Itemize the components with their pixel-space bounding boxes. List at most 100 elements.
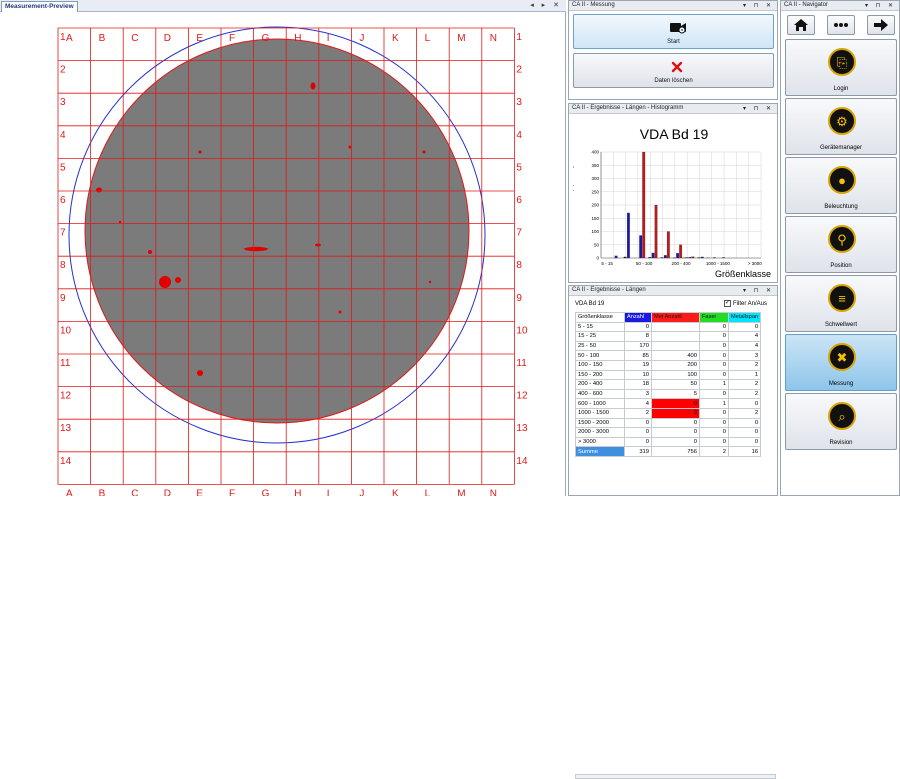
- nav-item-gerätemanager[interactable]: ⚙ Gerätemanager: [785, 98, 897, 155]
- count-cell: 0: [652, 408, 700, 418]
- table-row[interactable]: 25 - 5017004: [576, 341, 761, 351]
- grid-row-label: 9: [60, 293, 66, 304]
- table-row[interactable]: 50 - 1008540003: [576, 351, 761, 361]
- map-pin-icon: ⚲: [828, 225, 856, 253]
- histogram-bar: [652, 253, 655, 258]
- results-table: GrößenklasseAnzahlMet AnzahlFaserMetalls…: [575, 312, 761, 457]
- count-cell: 0: [652, 428, 700, 438]
- count-cell: 3: [625, 389, 652, 399]
- nav-item-revision[interactable]: ⌕Revision: [785, 393, 897, 450]
- count-cell: 0: [700, 370, 729, 380]
- sum-label: Summe: [576, 447, 625, 457]
- table-row[interactable]: 150 - 2001010001: [576, 370, 761, 380]
- preview-tab-controls[interactable]: ◂ ▸ ✕: [530, 1, 562, 9]
- grid-column-label: E: [196, 488, 203, 496]
- results-panel-controls[interactable]: ▾ ⊓ ✕: [743, 287, 774, 294]
- grid-row-label: 4: [60, 130, 66, 141]
- column-header[interactable]: Faser: [700, 313, 729, 323]
- histogram-bar: [642, 152, 645, 258]
- grid-row-label: 1: [516, 32, 522, 43]
- particle-marker: [423, 151, 426, 154]
- table-row[interactable]: 400 - 6003502: [576, 389, 761, 399]
- grid-column-label: J: [359, 33, 364, 44]
- chart-ytick-label: 200: [591, 203, 599, 208]
- gear-icon: ⚙: [828, 107, 856, 135]
- nav-item-beleuchtung[interactable]: ●Beleuchtung: [785, 157, 897, 214]
- nav-item-position[interactable]: ⚲Position: [785, 216, 897, 273]
- forward-button[interactable]: [867, 15, 895, 35]
- size-class-cell: 2000 - 3000: [576, 428, 625, 438]
- delete-data-label: Daten löschen: [574, 78, 773, 84]
- grid-column-label: I: [327, 33, 330, 44]
- filter-checkbox[interactable]: ✓: [724, 300, 731, 307]
- particle-marker: [311, 83, 316, 90]
- grid-column-label: H: [294, 488, 301, 496]
- size-class-cell: 1500 - 2000: [576, 418, 625, 428]
- navigator-panel-controls[interactable]: ▾ ⊓ ✕: [865, 2, 896, 9]
- start-button[interactable]: Start: [573, 14, 774, 49]
- table-row[interactable]: 1000 - 15002002: [576, 408, 761, 418]
- chart-ytick-label: 100: [591, 229, 599, 234]
- count-cell: 200: [652, 360, 700, 370]
- grid-row-label: 14: [516, 456, 528, 467]
- grid-column-label: N: [490, 33, 497, 44]
- table-row[interactable]: 600 - 10004010: [576, 399, 761, 409]
- histogram-bar: [639, 235, 642, 258]
- filter-toggle[interactable]: ✓ Filter An/Aus: [724, 300, 767, 307]
- column-header[interactable]: Met Anzahl: [652, 313, 700, 323]
- grid-column-label: M: [457, 488, 465, 496]
- count-cell: 4: [625, 399, 652, 409]
- table-row[interactable]: 1500 - 20000000: [576, 418, 761, 428]
- table-row[interactable]: 15 - 25804: [576, 332, 761, 342]
- nav-item-label: Gerätemanager: [786, 145, 896, 151]
- table-row[interactable]: 2000 - 30000000: [576, 428, 761, 438]
- nav-item-label: Beleuchtung: [786, 204, 896, 210]
- more-button[interactable]: [827, 15, 855, 35]
- chart-ylabel: Anzahl: [573, 164, 575, 192]
- histogram-bar: [713, 257, 716, 258]
- grid-column-label: G: [262, 33, 270, 44]
- column-header[interactable]: Größenklasse: [576, 313, 625, 323]
- nav-item-label: Schwellwert: [786, 322, 896, 328]
- count-cell: 0: [700, 437, 729, 447]
- table-row[interactable]: > 30000000: [576, 437, 761, 447]
- home-button[interactable]: [787, 15, 815, 35]
- count-cell: 0: [700, 341, 729, 351]
- particle-marker: [199, 151, 202, 154]
- grid-column-label: A: [66, 33, 73, 44]
- histogram-bar: [667, 232, 670, 259]
- nav-item-login[interactable]: ⎘Login: [785, 39, 897, 96]
- table-row[interactable]: 200 - 400185012: [576, 380, 761, 390]
- column-header[interactable]: Anzahl: [625, 313, 652, 323]
- messung-panel-controls[interactable]: ▾ ⊓ ✕: [743, 2, 774, 9]
- count-cell: 4: [729, 341, 761, 351]
- results-table-panel: CA II - Ergebnisse - Längen ▾ ⊓ ✕ VDA Bd…: [568, 285, 778, 496]
- sample-filter-image: AABBCCDDEEFFGGHHIIJJKKLLMMNN112233445566…: [0, 12, 566, 496]
- grid-column-label: F: [229, 488, 235, 496]
- histogram-bar: [722, 257, 725, 258]
- grid-row-label: 8: [60, 260, 66, 271]
- count-cell: 400: [652, 351, 700, 361]
- grid-row-label: 6: [516, 195, 522, 206]
- chart-xtick-label: 5 - 15: [601, 261, 613, 266]
- histogram-bar: [701, 257, 704, 258]
- table-horizontal-scrollbar[interactable]: [575, 774, 776, 779]
- histogram-chart: VDA Bd 19AnzahlGrößenklasse0501001502002…: [573, 118, 775, 280]
- table-row[interactable]: 100 - 1501920002: [576, 360, 761, 370]
- table-row[interactable]: 5 - 15000: [576, 322, 761, 332]
- column-header[interactable]: Metallspan: [729, 313, 761, 323]
- histogram-panel-controls[interactable]: ▾ ⊓ ✕: [743, 105, 774, 112]
- tab-measurement-preview[interactable]: Measurement-Preview: [1, 1, 78, 12]
- nav-item-messung[interactable]: ✖Messung: [785, 334, 897, 391]
- grid-row-label: 13: [516, 423, 528, 434]
- sliders-icon: ≡: [828, 284, 856, 312]
- count-cell: 2: [729, 360, 761, 370]
- count-cell: 19: [625, 360, 652, 370]
- count-cell: 50: [652, 380, 700, 390]
- grid-row-label: 10: [516, 325, 528, 336]
- sum-cell: 319: [625, 447, 652, 457]
- grid-column-label: K: [392, 488, 399, 496]
- grid-column-label: C: [131, 33, 138, 44]
- delete-data-button[interactable]: Daten löschen: [573, 53, 774, 88]
- nav-item-schwellwert[interactable]: ≡ Schwellwert: [785, 275, 897, 332]
